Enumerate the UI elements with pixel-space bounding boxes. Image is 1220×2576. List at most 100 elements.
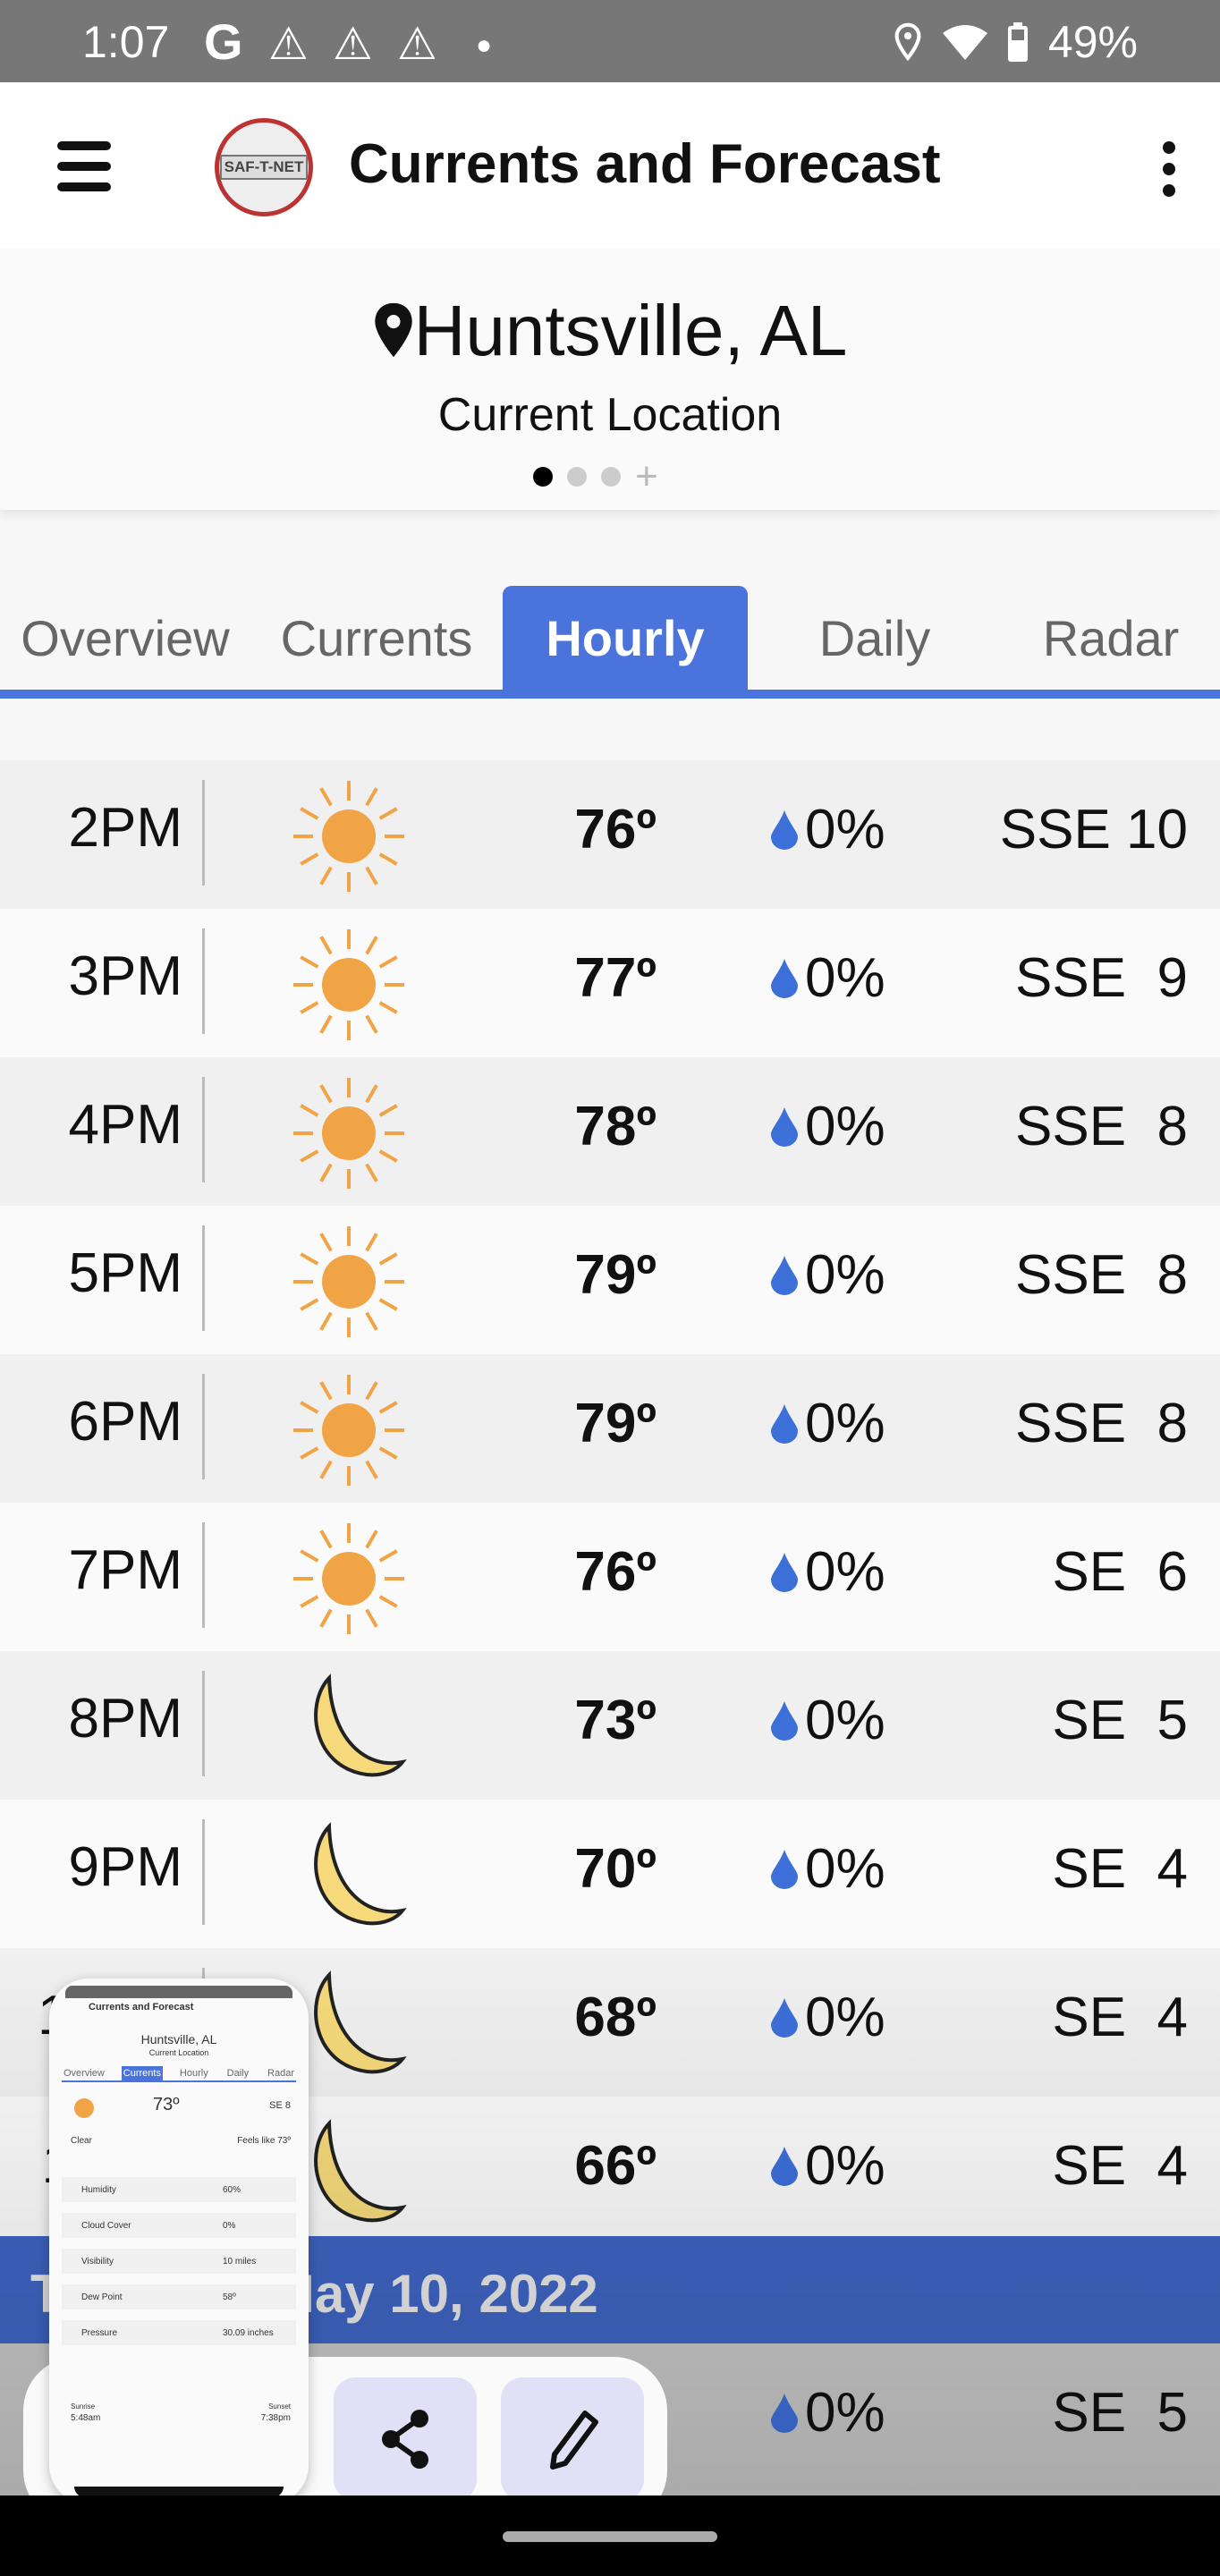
precip-chance: 0% [805,799,885,860]
status-bar: 1:07 G ⚠ ⚠ ⚠ ● 49% [0,0,1220,82]
detail-value: 58º [223,2292,236,2302]
add-location-icon[interactable]: + [635,457,658,496]
page-dot[interactable] [533,467,553,487]
thumb-tab: Daily [226,2068,250,2079]
detail-label: Pressure [81,2327,118,2338]
page-dot[interactable] [567,467,587,487]
temperature: 76º [574,799,657,860]
hour: 8PM [68,1688,182,1750]
home-handle[interactable] [503,2531,717,2542]
screenshot-thumbnail[interactable]: Currents and Forecast Huntsville, AL Cur… [49,1979,309,2504]
table-row[interactable]: 7PM 76º 0% SE 6 [0,1503,1220,1651]
table-row[interactable]: 6PM 79º 0% SSE 8 [0,1354,1220,1503]
temperature: 66º [574,2135,657,2197]
edit-button[interactable] [501,2377,644,2501]
page-dot[interactable] [601,467,621,487]
detail-value: 60% [223,2184,241,2195]
thumb-detail-row: Pressure 30.09 inches [62,2320,296,2345]
hour: 9PM [68,1836,182,1898]
temperature: 78º [574,1096,657,1157]
detail-value: 10 miles [223,2256,257,2267]
thumb-tabs: Overview Currents Hourly Daily Radar [62,2066,296,2082]
weather-icon [286,1224,411,1340]
precip-chance: 0% [805,1987,885,2048]
table-row[interactable]: 4PM 78º 0% SSE 8 [0,1057,1220,1206]
divider [202,1522,205,1628]
divider [202,928,205,1034]
precip-chance: 0% [805,1393,885,1454]
raindrop-icon [771,1553,798,1592]
detail-label: Cloud Cover [81,2220,131,2231]
precip-chance: 0% [805,947,885,1009]
thumb-tab: Radar [267,2068,294,2079]
tab-radar[interactable]: Radar [1002,586,1220,690]
thumb-detail-row: Cloud Cover 0% [62,2213,296,2238]
temperature: 77º [574,947,657,1009]
table-row[interactable]: 2PM 76º 0% SSE 10 [0,760,1220,909]
location-name: Huntsville, AL [0,290,1220,372]
thumb-tab: Hourly [179,2068,208,2079]
more-options-icon[interactable] [1163,141,1181,206]
thumb-sunrise: 5:48am [71,2413,101,2423]
wind: SSE 9 [1015,947,1188,1009]
table-row[interactable]: 8PM 73º 0% SE 5 [0,1651,1220,1800]
sun-icon [293,1375,404,1486]
sun-icon [293,1226,404,1337]
sun-icon [293,781,404,892]
page-indicator[interactable]: + [533,457,658,496]
weather-icon [286,1521,411,1637]
divider [202,1819,205,1925]
thumb-sunset: 7:38pm [260,2413,291,2423]
raindrop-icon [771,2147,798,2186]
divider [202,1225,205,1331]
hour: 4PM [68,1094,182,1156]
wind: SE 4 [1052,1838,1188,1900]
share-icon [382,2410,428,2469]
sun-icon [293,1078,404,1189]
moon-icon [314,1822,407,1926]
thumb-detail-row: Visibility 10 miles [62,2249,296,2274]
table-row[interactable]: 3PM 77º 0% SSE 9 [0,909,1220,1057]
hour: 2PM [68,797,182,859]
detail-label: Dew Point [81,2292,123,2302]
divider [202,1077,205,1182]
thumb-temp: 73º [153,2095,180,2114]
temperature: 68º [574,1987,657,2048]
temperature: 76º [574,1541,657,1603]
thumb-detail-row: Humidity 60% [62,2177,296,2202]
thumb-title: Currents and Forecast [89,2002,194,2012]
table-row[interactable]: 5PM 79º 0% SSE 8 [0,1206,1220,1354]
wind: SE 4 [1052,2135,1188,2197]
precip-chance: 0% [805,1096,885,1157]
table-row[interactable]: 9PM 70º 0% SE 4 [0,1800,1220,1948]
tab-hourly[interactable]: Hourly [503,586,748,690]
location-subtitle: Current Location [437,389,783,441]
precip-chance: 0% [805,1244,885,1306]
wind: SE 6 [1052,1541,1188,1603]
raindrop-icon [771,1256,798,1295]
weather-icon [286,1669,411,1785]
sun-icon [293,1523,404,1634]
raindrop-icon [771,1850,798,1889]
hour: 5PM [68,1242,182,1304]
temperature: 73º [574,1690,657,1751]
raindrop-icon [771,959,798,998]
tab-currents[interactable]: Currents [250,586,503,690]
detail-label: Humidity [81,2184,116,2195]
sun-icon [293,929,404,1040]
precip-chance: 0% [805,2135,885,2197]
menu-icon[interactable] [57,141,111,191]
thumb-sunrise-label: Sunrise [71,2402,96,2411]
thumb-subtitle: Current Location [148,2048,209,2057]
share-button[interactable] [334,2377,477,2501]
thumb-status-bar [65,1986,292,1998]
location-card[interactable]: Huntsville, AL Current Location + [0,249,1220,510]
thumb-feels-like: Feels like 73º [237,2136,291,2146]
tab-overview[interactable]: Overview [0,586,250,690]
wifi-icon [942,25,987,60]
weather-icon [286,1818,411,1934]
precip-chance: 0% [805,1838,885,1900]
tab-daily[interactable]: Daily [748,586,1002,690]
warning-icon: ⚠ [397,19,437,69]
divider [202,1671,205,1776]
